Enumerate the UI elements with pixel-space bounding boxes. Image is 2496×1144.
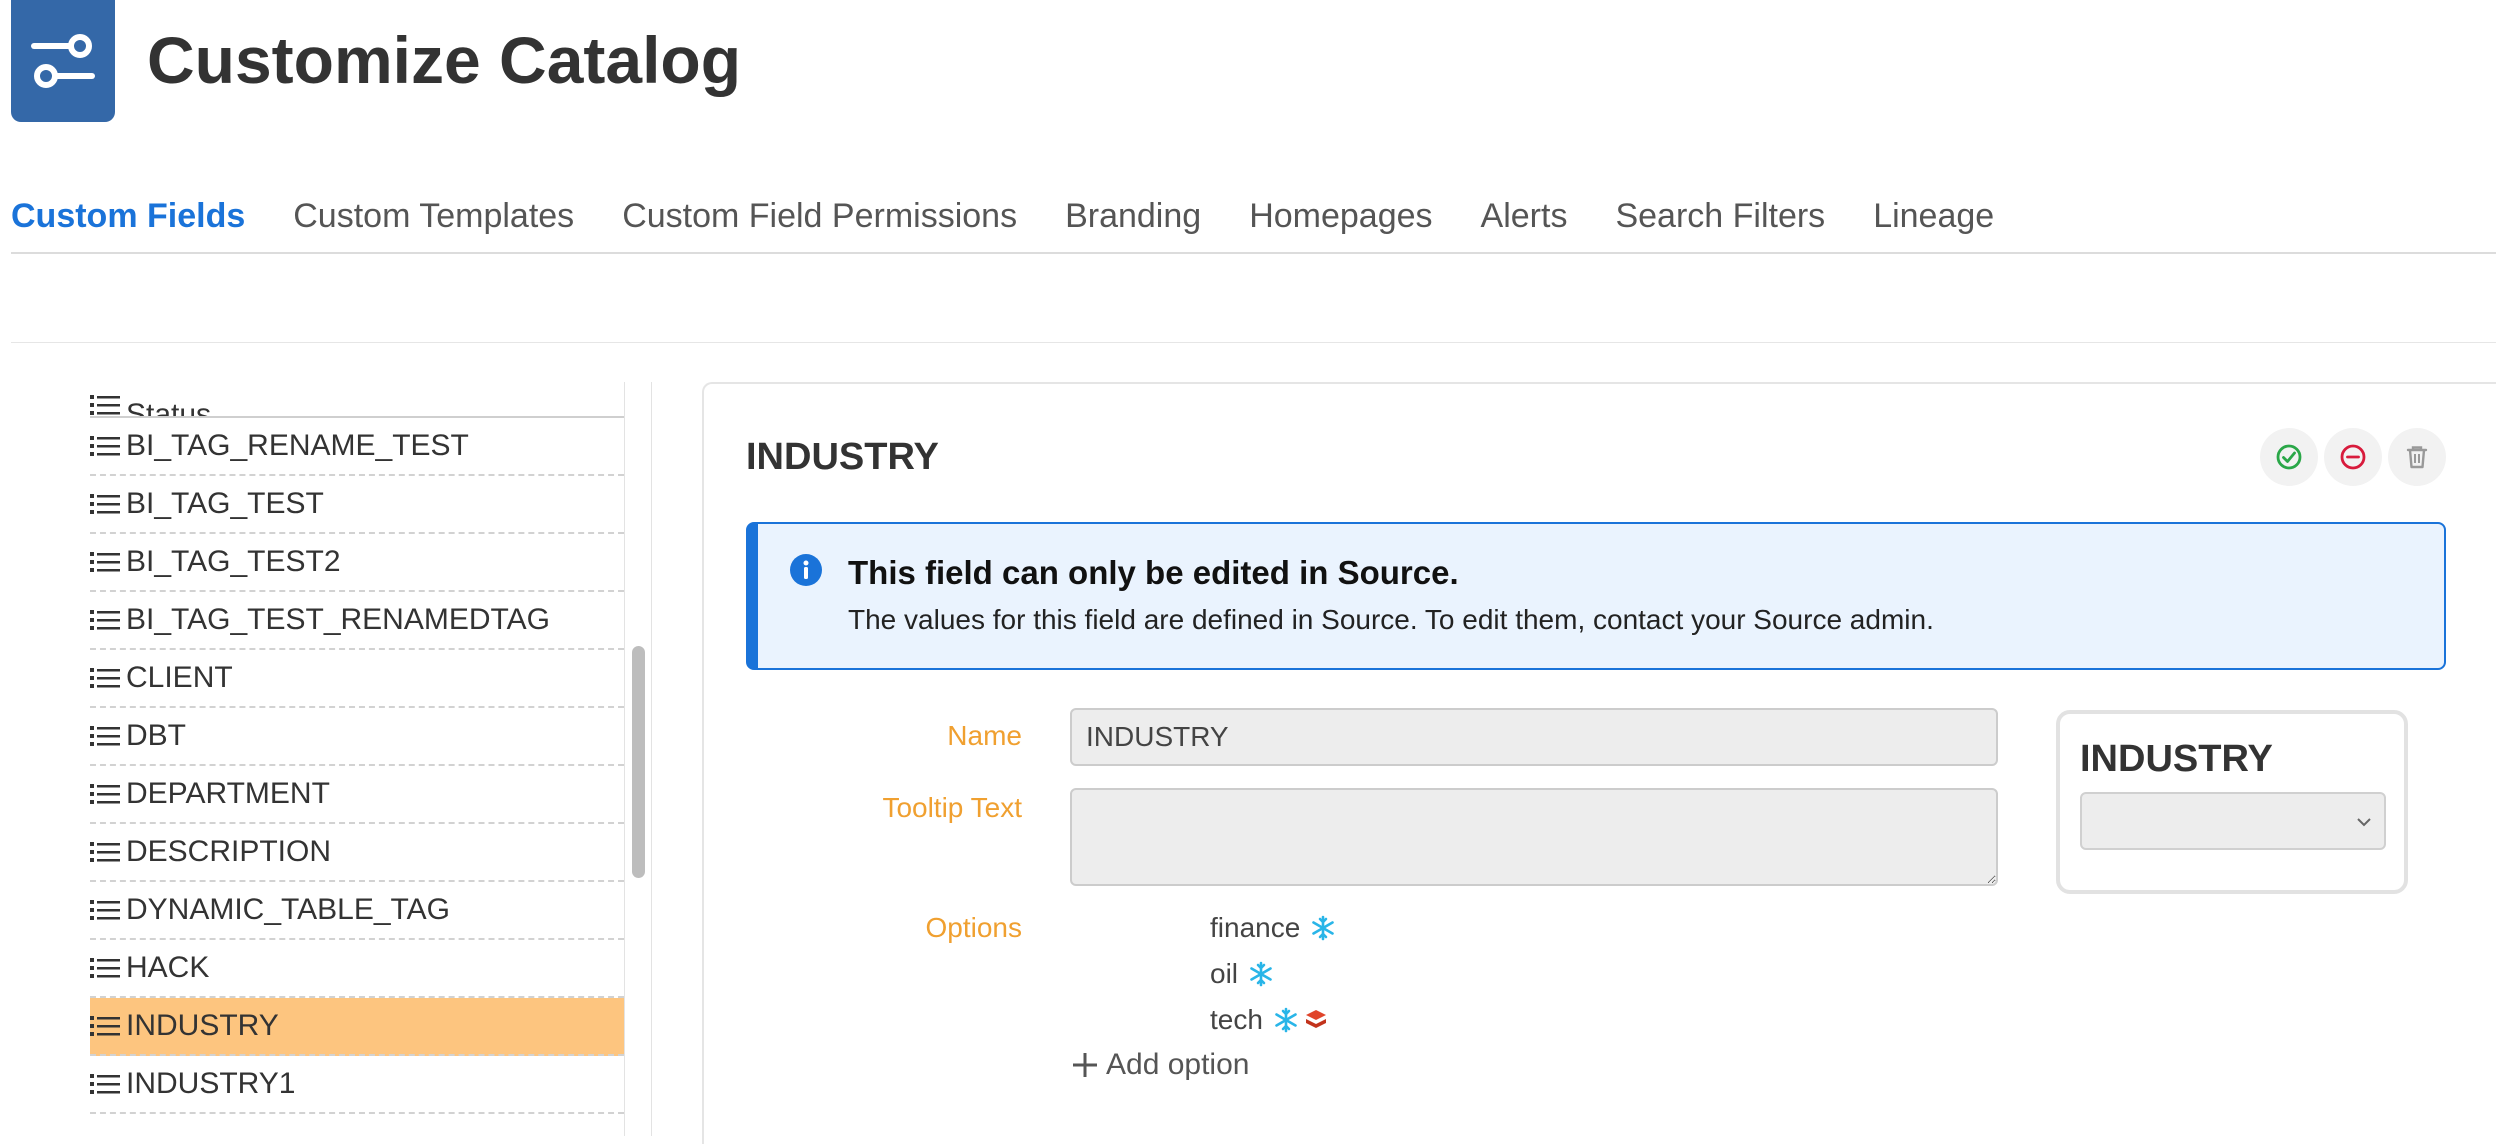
sidebar-scrollbar-thumb[interactable] — [632, 646, 645, 878]
name-label: Name — [947, 720, 1022, 751]
add-option-label: Add option — [1106, 1048, 1250, 1081]
list-item-department[interactable]: DEPARTMENT — [90, 766, 624, 824]
list-item-bi-tag-test-renamedtag[interactable]: BI_TAG_TEST_RENAMEDTAG — [90, 592, 624, 650]
list-item-label: HACK — [126, 951, 210, 984]
field-title: INDUSTRY — [746, 436, 939, 478]
list-icon — [90, 842, 120, 862]
list-item-label: BI_TAG_TEST2 — [126, 545, 341, 578]
add-option-button[interactable]: Add option — [1070, 1048, 1249, 1082]
list-icon — [90, 494, 120, 514]
tab-custom-field-permissions[interactable]: Custom Field Permissions — [622, 197, 1017, 236]
sliders-icon — [31, 34, 95, 88]
app-logo — [11, 0, 115, 122]
tooltip-label: Tooltip Text — [882, 792, 1022, 823]
option-item: tech — [1210, 1004, 1327, 1036]
field-preview: INDUSTRY — [2056, 710, 2408, 894]
list-item-industry[interactable]: INDUSTRY — [90, 998, 624, 1056]
delete-button[interactable] — [2388, 428, 2446, 486]
list-item-client[interactable]: CLIENT — [90, 650, 624, 708]
source-info-banner: This field can only be edited in Source.… — [746, 522, 2446, 670]
trash-icon — [2406, 446, 2428, 469]
info-title: This field can only be edited in Source. — [848, 554, 1459, 591]
list-item-label: CLIENT — [126, 661, 233, 694]
tab-lineage[interactable]: Lineage — [1873, 197, 1994, 236]
preview-title: INDUSTRY — [2080, 738, 2273, 780]
tab-custom-fields[interactable]: Custom Fields — [11, 197, 245, 236]
list-icon — [90, 395, 120, 415]
list-item-label: DYNAMIC_TABLE_TAG — [126, 893, 450, 926]
list-icon — [90, 1016, 120, 1036]
list-icon — [90, 436, 120, 456]
tab-homepages[interactable]: Homepages — [1249, 197, 1432, 236]
list-icon — [90, 900, 120, 920]
tab-bar: Custom Fields Custom Templates Custom Fi… — [11, 180, 2496, 254]
tab-custom-templates[interactable]: Custom Templates — [293, 197, 574, 236]
list-item-label: INDUSTRY1 — [126, 1067, 296, 1100]
list-icon — [90, 610, 120, 630]
list-item-label: Status — [126, 398, 212, 418]
info-text: The values for this field are defined in… — [848, 604, 1934, 635]
list-item-label: DESCRIPTION — [126, 835, 332, 868]
layers-icon — [1305, 1010, 1326, 1028]
list-item-status[interactable]: Status — [90, 382, 624, 418]
list-item-industry1[interactable]: INDUSTRY1 — [90, 1056, 624, 1114]
plus-icon — [1073, 1053, 1097, 1077]
tab-search-filters[interactable]: Search Filters — [1615, 197, 1825, 236]
custom-field-list[interactable]: Status BI_TAG_RENAME_TEST BI_TAG_TEST BI… — [90, 382, 624, 1136]
preview-select[interactable] — [2080, 792, 2386, 850]
option-item: oil — [1210, 958, 1274, 990]
list-item-label: DBT — [126, 719, 186, 752]
list-item-label: BI_TAG_RENAME_TEST — [126, 429, 469, 462]
option-label: tech — [1210, 1004, 1263, 1035]
list-icon — [90, 958, 120, 978]
list-item-label: BI_TAG_TEST — [126, 487, 324, 520]
option-label: oil — [1210, 958, 1239, 989]
list-item-bi-tag-rename-test[interactable]: BI_TAG_RENAME_TEST — [90, 418, 624, 476]
list-icon — [90, 726, 120, 746]
list-item-dbt[interactable]: DBT — [90, 708, 624, 766]
list-item-label: INDUSTRY — [126, 1009, 279, 1042]
info-icon — [790, 554, 822, 586]
page-title: Customize Catalog — [147, 23, 742, 97]
name-input[interactable] — [1070, 708, 1998, 766]
list-item-hack[interactable]: HACK — [90, 940, 624, 998]
list-icon — [90, 668, 120, 688]
list-item-label: BI_TAG_TEST_RENAMEDTAG — [126, 603, 550, 636]
chevron-down-icon — [2357, 818, 2371, 827]
list-item-dynamic-table-tag[interactable]: DYNAMIC_TABLE_TAG — [90, 882, 624, 940]
save-button[interactable] — [2260, 428, 2318, 486]
check-circle-icon — [2276, 444, 2302, 470]
list-item-bi-tag-test[interactable]: BI_TAG_TEST — [90, 476, 624, 534]
tab-alerts[interactable]: Alerts — [1481, 197, 1568, 236]
list-item-label: DEPARTMENT — [126, 777, 330, 810]
snowflake-icon — [1250, 961, 1272, 987]
option-label: finance — [1210, 912, 1301, 943]
section-divider — [11, 342, 2496, 343]
list-item-bi-tag-test2[interactable]: BI_TAG_TEST2 — [90, 534, 624, 592]
tooltip-input[interactable] — [1070, 788, 1998, 886]
list-icon — [90, 552, 120, 572]
list-icon — [90, 1074, 120, 1094]
list-item-description[interactable]: DESCRIPTION — [90, 824, 624, 882]
option-item: finance — [1210, 912, 1336, 944]
tab-branding[interactable]: Branding — [1065, 197, 1201, 236]
cancel-button[interactable] — [2324, 428, 2382, 486]
options-label: Options — [925, 912, 1023, 943]
field-detail-card: INDUSTRY This field can only be edited i… — [702, 382, 2496, 1144]
minus-circle-icon — [2340, 444, 2366, 470]
snowflake-icon — [1312, 915, 1335, 941]
list-icon — [90, 784, 120, 804]
snowflake-icon — [1275, 1007, 1297, 1033]
